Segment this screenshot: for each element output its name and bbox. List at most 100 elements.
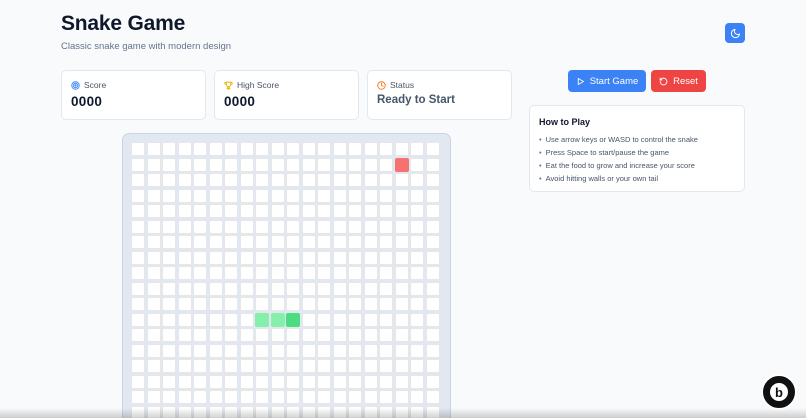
board-cell [255, 374, 269, 389]
start-game-button[interactable]: Start Game [568, 70, 646, 92]
board-cell [224, 312, 238, 327]
board-cell [131, 281, 145, 296]
board-cell [286, 328, 300, 342]
board-cell [332, 297, 347, 311]
board-cell [301, 266, 316, 280]
board-cell [301, 343, 316, 358]
board-cell [224, 343, 238, 358]
board-cell [301, 142, 316, 156]
list-item: Eat the food to grow and increase your s… [539, 159, 735, 172]
board-cell [224, 219, 238, 234]
snake-head [286, 312, 300, 327]
board-cell [301, 235, 316, 249]
game-board[interactable] [122, 133, 451, 418]
board-cell [286, 188, 300, 203]
board-cell [301, 188, 316, 203]
board-cell [177, 235, 192, 249]
board-cell [425, 312, 440, 327]
board-cell [193, 142, 207, 156]
board-cell [394, 312, 409, 327]
board-cell [348, 359, 362, 373]
reset-button[interactable]: Reset [651, 70, 706, 92]
board-cell [394, 142, 409, 156]
how-to-play-title: How to Play [539, 117, 591, 127]
board-cell [146, 266, 161, 280]
board-cell [239, 173, 254, 187]
board-cell [193, 390, 207, 404]
board-cell [255, 281, 269, 296]
board-cell [410, 142, 424, 156]
board-cell [410, 266, 424, 280]
board-cell [363, 250, 378, 265]
high-score-card: High Score 0000 [214, 70, 359, 120]
board-cell [162, 157, 176, 172]
play-icon [577, 77, 584, 85]
board-cell [270, 157, 285, 172]
board-cell [348, 235, 362, 249]
board-cell [131, 328, 145, 342]
board-cell [146, 142, 161, 156]
board-cell [317, 219, 331, 234]
board-cell [394, 328, 409, 342]
board-cell [410, 173, 424, 187]
board-cell [162, 328, 176, 342]
page-title: Snake Game [61, 12, 186, 35]
board-cell [162, 359, 176, 373]
board-cell [146, 281, 161, 296]
board-cell [317, 188, 331, 203]
board-cell [332, 343, 347, 358]
reset-label: Reset [673, 75, 698, 87]
board-cell [317, 204, 331, 218]
board-cell [162, 142, 176, 156]
board-cell [317, 374, 331, 389]
board-cell [301, 157, 316, 172]
board-cell [410, 157, 424, 172]
board-cell [255, 328, 269, 342]
board-cell [208, 188, 223, 203]
board-cell [410, 312, 424, 327]
board-cell [348, 281, 362, 296]
board-cell [224, 266, 238, 280]
board-cell [177, 157, 192, 172]
board-cell [162, 374, 176, 389]
high-score-label: High Score [237, 80, 280, 90]
board-cell [394, 235, 409, 249]
board-cell [394, 219, 409, 234]
board-cell [348, 266, 362, 280]
board-cell [394, 266, 409, 280]
board-cell [193, 359, 207, 373]
board-cell [301, 390, 316, 404]
board-cell [270, 235, 285, 249]
board-cell [425, 343, 440, 358]
board-cell [348, 204, 362, 218]
board-cell [394, 390, 409, 404]
board-cell [394, 188, 409, 203]
board-cell [193, 281, 207, 296]
badge-logo-icon[interactable]: b [761, 374, 797, 410]
board-cell [379, 312, 393, 327]
board-cell [348, 188, 362, 203]
board-cell [425, 173, 440, 187]
board-cell [363, 359, 378, 373]
board-cell [363, 281, 378, 296]
board-cell [208, 157, 223, 172]
board-cell [208, 359, 223, 373]
board-cell [301, 250, 316, 265]
board-cell [348, 374, 362, 389]
board-cell [394, 281, 409, 296]
board-cell [410, 297, 424, 311]
board-cell [146, 157, 161, 172]
board-cell [317, 328, 331, 342]
snake-segment [255, 312, 269, 327]
board-cell [317, 142, 331, 156]
board-cell [162, 173, 176, 187]
board-cell [239, 188, 254, 203]
theme-toggle-button[interactable] [725, 23, 745, 43]
board-cell [255, 390, 269, 404]
board-cell [162, 235, 176, 249]
board-cell [193, 374, 207, 389]
start-game-label: Start Game [589, 75, 639, 87]
board-cell [224, 204, 238, 218]
board-cell [131, 204, 145, 218]
board-cell [379, 235, 393, 249]
